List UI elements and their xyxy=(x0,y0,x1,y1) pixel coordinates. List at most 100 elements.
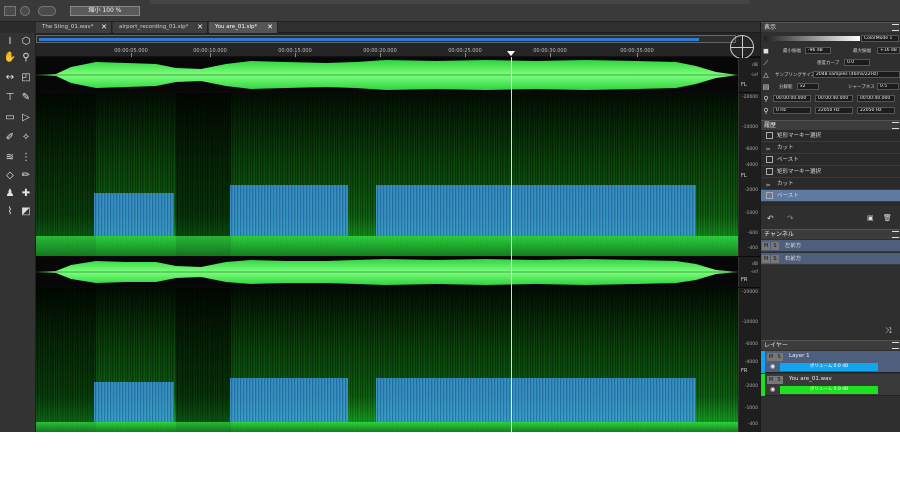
eye-icon[interactable]: ◉ xyxy=(770,386,775,393)
text-cursor-icon[interactable]: I xyxy=(3,35,17,49)
waveform-fl[interactable] xyxy=(36,58,738,92)
spectrogram-fl[interactable] xyxy=(36,93,738,256)
overview-bar[interactable] xyxy=(36,35,736,43)
overview-selection[interactable] xyxy=(39,38,699,41)
freq-length-field[interactable]: 22050 Hz xyxy=(857,107,895,114)
selection-band[interactable] xyxy=(376,378,696,422)
lasso-icon[interactable]: ▷ xyxy=(19,111,33,125)
spectrogram-fr[interactable] xyxy=(36,288,738,432)
solo-button[interactable]: S xyxy=(775,376,783,384)
menu-icon[interactable] xyxy=(892,231,899,238)
curve-field[interactable]: 0.0 xyxy=(844,59,870,66)
tab-airport-recording[interactable]: airport_recording_01.slp* ✕ xyxy=(113,22,208,33)
history-item-selected[interactable]: ペースト xyxy=(761,190,900,202)
spectrogram-editor[interactable]: 00:00:05.000 00:00:10.000 00:00:15.000 0… xyxy=(36,33,760,432)
triangle-icon: △ xyxy=(763,71,769,79)
freq-end-field[interactable]: 22050 Hz xyxy=(815,107,853,114)
solo-button[interactable]: S xyxy=(771,254,779,263)
bandage-icon[interactable]: ✚ xyxy=(19,187,33,201)
undo-icon[interactable]: ↶ xyxy=(767,214,774,223)
record-button[interactable] xyxy=(20,6,30,16)
waveform-fr[interactable] xyxy=(36,257,738,287)
layer-row-2[interactable]: M S You are_01.wav ◉ ボリューム 0.0 dB xyxy=(761,374,900,396)
playhead-marker-icon[interactable] xyxy=(507,51,515,56)
mute-button[interactable]: M xyxy=(767,376,775,384)
pitch-tool-icon[interactable]: ⊤ xyxy=(3,91,17,105)
channel-row-left-front[interactable]: MS 左前方 xyxy=(761,240,900,252)
scale-label: -inf xyxy=(750,73,758,78)
tab-you-are[interactable]: You are_01.slp* ✕ xyxy=(209,22,278,33)
history-item[interactable]: ✂ カット xyxy=(761,178,900,190)
mute-button[interactable]: M xyxy=(767,353,775,361)
rect-select-icon[interactable]: ▭ xyxy=(3,111,17,125)
magic-wand-icon[interactable]: ✧ xyxy=(19,131,33,145)
selection-band[interactable] xyxy=(94,193,174,236)
selection-band[interactable] xyxy=(230,185,348,236)
layer-volume-bar[interactable]: ボリューム 0.0 dB xyxy=(780,386,878,394)
selection-band[interactable] xyxy=(94,382,174,422)
tab-label: You are_01.slp* xyxy=(215,24,258,30)
sharpness-field[interactable]: 0.5 xyxy=(877,83,899,90)
shuffle-icon[interactable]: ⤨ xyxy=(885,326,891,336)
eyedropper-icon[interactable]: ✎ xyxy=(19,91,33,105)
resolution-field[interactable]: x2 xyxy=(797,83,819,90)
layer-row-1[interactable]: M S Layer 1 ◉ ボリューム 0.0 dB xyxy=(761,351,900,373)
min-level-field[interactable]: -96 dB xyxy=(805,47,831,54)
menu-icon[interactable] xyxy=(892,122,899,129)
menu-icon[interactable] xyxy=(892,24,899,31)
mute-button[interactable]: M xyxy=(762,241,770,250)
time-stretch-icon[interactable]: ↔ xyxy=(3,71,17,85)
paint-bucket-icon[interactable]: ◩ xyxy=(19,205,33,219)
crosshair-icon[interactable] xyxy=(730,35,754,59)
close-icon[interactable]: ✕ xyxy=(197,22,203,33)
wave-scale-fr: dB -inf FR xyxy=(738,257,760,287)
eye-icon[interactable]: ◉ xyxy=(770,363,775,370)
sample-field[interactable]: 2048 samples (46ms/22Hz) xyxy=(813,71,900,78)
history-item[interactable]: ペースト xyxy=(761,154,900,166)
solo-button[interactable]: S xyxy=(775,353,783,361)
brush-icon[interactable]: ✐ xyxy=(3,131,17,145)
selection-band[interactable] xyxy=(376,185,696,236)
history-item[interactable]: 矩形マーキー選択 xyxy=(761,130,900,142)
time-start-field[interactable]: 00:00:00.000 xyxy=(773,95,811,102)
zoom-field[interactable]: 縮小 100 % xyxy=(70,6,140,16)
cube-icon[interactable]: ⬡ xyxy=(19,35,33,49)
menu-icon[interactable] xyxy=(892,342,899,349)
time-ruler[interactable]: 00:00:05.000 00:00:10.000 00:00:15.000 0… xyxy=(36,33,760,59)
harmonic-icon[interactable]: ≋ xyxy=(3,151,17,165)
scale-label: -600 xyxy=(747,231,758,236)
channel-row-right-front[interactable]: MS 右前方 xyxy=(761,253,900,265)
solo-button[interactable]: S xyxy=(771,241,779,250)
selection-band[interactable] xyxy=(230,378,348,422)
layer-volume-bar[interactable]: ボリューム 0.0 dB xyxy=(780,363,878,371)
max-level-field[interactable]: +16 dB xyxy=(877,47,900,54)
scale-label: -2000 xyxy=(744,384,758,389)
color-gradient[interactable] xyxy=(764,36,860,41)
history-item[interactable]: ✂ カット xyxy=(761,142,900,154)
paste-icon xyxy=(766,192,773,199)
close-icon[interactable]: ✕ xyxy=(101,22,107,33)
hand-icon[interactable]: ✋ xyxy=(3,51,17,65)
redo-icon[interactable]: ↷ xyxy=(787,214,794,223)
snapshot-icon[interactable]: ▣ xyxy=(867,214,874,222)
tab-the-sting[interactable]: The Sting_01.wav* ✕ xyxy=(36,22,112,33)
stamp-icon[interactable]: ♟ xyxy=(3,187,17,201)
dropper-icon[interactable]: ⌇ xyxy=(3,205,17,219)
time-end-field[interactable]: 00:00:40.000 xyxy=(815,95,853,102)
stop-button[interactable] xyxy=(4,6,16,16)
toggle-button[interactable] xyxy=(38,6,56,16)
close-icon[interactable]: ✕ xyxy=(267,22,273,33)
frame-icon[interactable]: ◰ xyxy=(19,71,33,85)
time-length-field[interactable]: 00:00:40.000 xyxy=(857,95,895,102)
trash-icon[interactable]: 🗑 xyxy=(883,214,892,222)
eraser-icon[interactable]: ◇ xyxy=(3,169,17,183)
history-item[interactable]: 矩形マーキー選択 xyxy=(761,166,900,178)
colormap-select[interactable]: ColorMode 1 xyxy=(861,35,899,42)
scale-label: -6000 xyxy=(744,147,758,152)
playhead-line[interactable] xyxy=(511,57,512,432)
zoom-icon[interactable]: ⚲ xyxy=(19,51,33,65)
vertical-select-icon[interactable]: ⋮ xyxy=(19,151,33,165)
freq-start-field[interactable]: 0 Hz xyxy=(773,107,811,114)
mute-button[interactable]: M xyxy=(762,254,770,263)
pencil-icon[interactable]: ✏ xyxy=(19,169,33,183)
